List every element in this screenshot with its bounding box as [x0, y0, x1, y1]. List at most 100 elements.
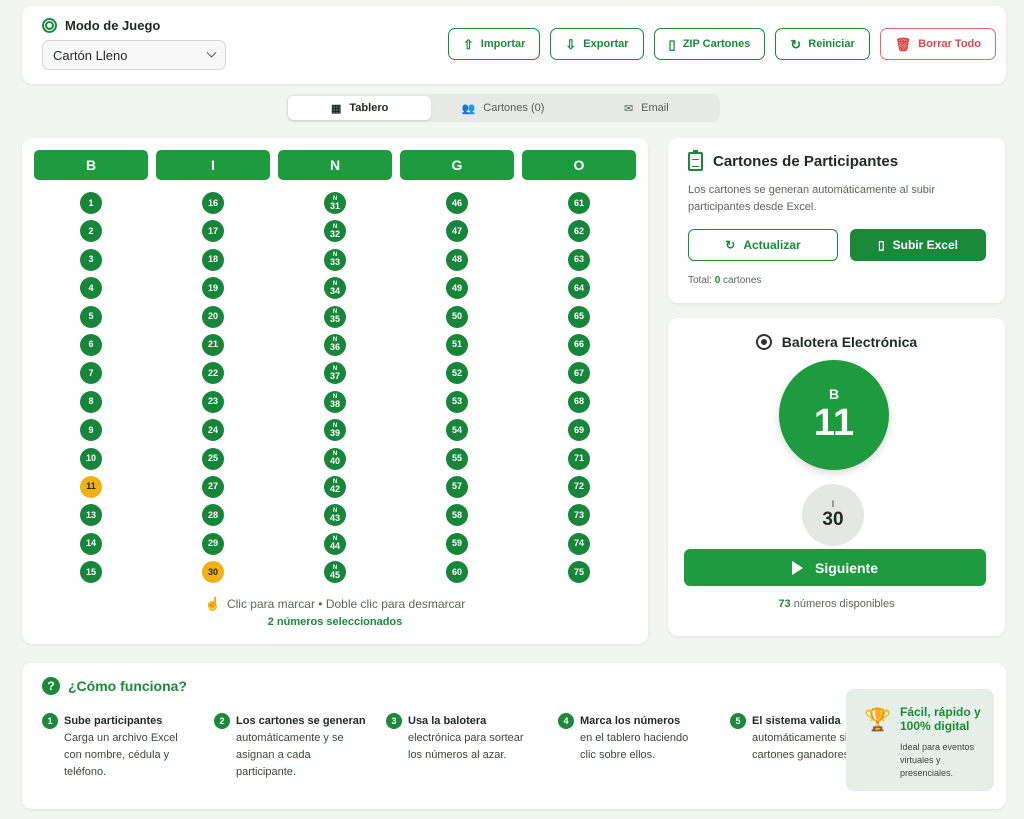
number-ball[interactable]: N 38 — [324, 390, 346, 413]
next-ball-button[interactable]: Siguiente — [684, 549, 986, 586]
board-icon: ▦ — [331, 102, 342, 115]
number-ball[interactable]: 13 — [80, 504, 102, 527]
chevron-down-icon — [206, 47, 217, 58]
number-ball[interactable]: 68 — [568, 390, 590, 413]
number-ball[interactable]: 18 — [202, 248, 224, 271]
number-ball[interactable]: 22 — [202, 362, 224, 385]
zip-cards-button[interactable]: ▯ ZIP Cartones — [653, 28, 766, 60]
number-ball[interactable]: 8 — [80, 390, 102, 413]
number-ball[interactable]: 61 — [568, 192, 590, 214]
number-ball[interactable]: 53 — [446, 390, 468, 413]
number-ball[interactable]: 3 — [80, 248, 102, 271]
number-ball[interactable]: 25 — [202, 447, 224, 470]
number-ball[interactable]: 75 — [568, 561, 590, 584]
step-description: Carga un archivo Excel con nombre, cédul… — [64, 732, 178, 778]
number-ball[interactable]: 7 — [80, 362, 102, 385]
number-ball[interactable]: 52 — [446, 362, 468, 385]
number-ball[interactable]: 1 — [80, 192, 102, 214]
number-ball[interactable]: N 35 — [324, 305, 346, 328]
number-ball[interactable]: 2 — [80, 220, 102, 243]
number-ball[interactable]: N 42 — [324, 475, 346, 498]
file-upload-icon: ▯ — [878, 238, 885, 252]
number-ball[interactable]: 65 — [568, 305, 590, 328]
number-ball[interactable]: 24 — [202, 419, 224, 442]
number-ball[interactable]: 20 — [202, 305, 224, 328]
ball-number: 22 — [207, 367, 218, 378]
delete-all-button[interactable]: 🗑 Borrar Todo — [879, 28, 996, 60]
number-ball[interactable]: 10 — [80, 447, 102, 470]
upload-excel-button[interactable]: ▯ Subir Excel — [850, 229, 986, 261]
tab-email[interactable]: ✉ Email — [575, 96, 718, 120]
number-ball[interactable]: 49 — [446, 277, 468, 300]
export-button[interactable]: ⇩ Exportar — [550, 28, 644, 60]
ball-number: 18 — [207, 254, 218, 265]
number-ball[interactable]: 66 — [568, 333, 590, 356]
number-ball[interactable]: 27 — [202, 475, 224, 498]
number-ball[interactable]: 47 — [446, 220, 468, 243]
number-ball[interactable]: 59 — [446, 532, 468, 555]
number-ball[interactable]: 51 — [446, 333, 468, 356]
number-ball[interactable]: 60 — [446, 561, 468, 584]
number-ball[interactable]: 4 — [80, 277, 102, 300]
step-text: Los cartones se generan automáticamente y… — [236, 713, 366, 781]
number-ball[interactable]: 58 — [446, 504, 468, 527]
tab-cards[interactable]: 👥 Cartones (0) — [431, 96, 574, 120]
mail-icon: ✉ — [623, 102, 634, 115]
number-ball[interactable]: 28 — [202, 504, 224, 527]
number-ball[interactable]: 21 — [202, 333, 224, 356]
number-ball[interactable]: 30 — [202, 561, 224, 584]
ball-number: 51 — [451, 339, 462, 350]
number-ball[interactable]: N 32 — [324, 220, 346, 243]
tab-board[interactable]: ▦ Tablero — [288, 96, 432, 120]
reset-button[interactable]: ↻ Reiniciar — [775, 28, 870, 60]
number-ball[interactable]: 62 — [568, 220, 590, 243]
number-ball[interactable]: 9 — [80, 419, 102, 442]
number-ball[interactable]: N 43 — [324, 504, 346, 527]
number-ball[interactable]: 17 — [202, 220, 224, 243]
ball-number: 30 — [207, 566, 218, 577]
number-ball[interactable]: 55 — [446, 447, 468, 470]
number-ball[interactable]: 19 — [202, 277, 224, 300]
number-ball[interactable]: 48 — [446, 248, 468, 271]
number-ball[interactable]: 50 — [446, 305, 468, 328]
number-ball[interactable]: N 34 — [324, 277, 346, 300]
column-g: G 46 47 48 49 50 51 52 53 54 55 57 58 59 60 — [400, 150, 514, 589]
number-ball[interactable]: 74 — [568, 532, 590, 555]
ball-number: 19 — [207, 282, 218, 293]
number-ball[interactable]: N 31 — [324, 192, 346, 214]
game-mode-select[interactable]: Cartón Lleno — [42, 40, 226, 70]
import-button[interactable]: ⇧ Importar — [447, 28, 541, 60]
number-ball[interactable]: N 39 — [324, 419, 346, 442]
number-ball[interactable]: 11 — [80, 475, 102, 498]
number-ball[interactable]: 64 — [568, 277, 590, 300]
ball-number: 43 — [329, 512, 340, 523]
number-ball[interactable]: 5 — [80, 305, 102, 328]
number-ball[interactable]: 29 — [202, 532, 224, 555]
number-ball[interactable]: 71 — [568, 447, 590, 470]
number-ball[interactable]: 72 — [568, 475, 590, 498]
number-ball[interactable]: 16 — [202, 192, 224, 214]
number-ball[interactable]: 67 — [568, 362, 590, 385]
refresh-button[interactable]: ↻ Actualizar — [688, 229, 838, 261]
number-ball[interactable]: 6 — [80, 333, 102, 356]
ball-number: 59 — [451, 538, 462, 549]
number-ball[interactable]: 15 — [80, 561, 102, 584]
number-ball[interactable]: N 44 — [324, 532, 346, 555]
number-ball[interactable]: 14 — [80, 532, 102, 555]
number-ball[interactable]: N 33 — [324, 248, 346, 271]
number-ball[interactable]: 73 — [568, 504, 590, 527]
number-ball[interactable]: 23 — [202, 390, 224, 413]
number-ball[interactable]: 46 — [446, 192, 468, 214]
number-ball[interactable]: 57 — [446, 475, 468, 498]
number-ball[interactable]: 69 — [568, 419, 590, 442]
number-ball[interactable]: N 36 — [324, 333, 346, 356]
cards-total: Total: 0 cartones — [688, 275, 762, 286]
number-ball[interactable]: N 40 — [324, 447, 346, 470]
number-ball[interactable]: N 37 — [324, 362, 346, 385]
ball-number: 50 — [451, 311, 462, 322]
ball-number: 58 — [451, 509, 462, 520]
number-ball[interactable]: N 45 — [324, 561, 346, 584]
number-ball[interactable]: 54 — [446, 419, 468, 442]
number-ball[interactable]: 63 — [568, 248, 590, 271]
balotera-title: Balotera Electrónica — [781, 334, 918, 350]
